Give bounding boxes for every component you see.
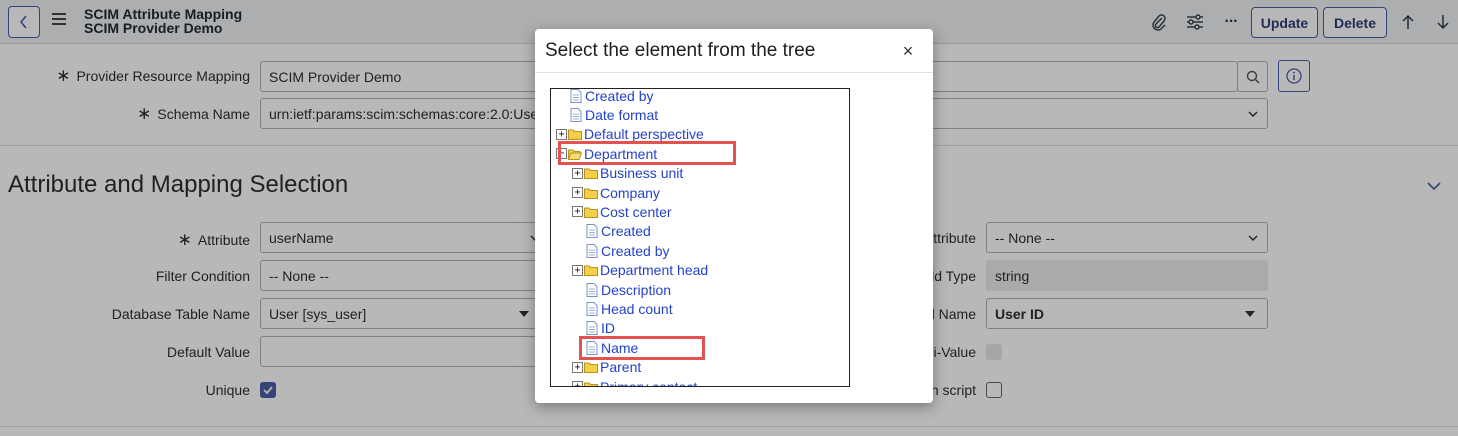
tree-node[interactable]: + Parent: [572, 358, 641, 377]
folder-icon: [568, 127, 582, 141]
folder-icon: [584, 263, 598, 277]
tree-node[interactable]: + Department head: [572, 261, 708, 280]
expand-icon[interactable]: +: [572, 206, 583, 218]
tree-node-label[interactable]: Default perspective: [584, 126, 704, 142]
tree-node[interactable]: + Primary contact: [572, 377, 697, 387]
tree-node-label[interactable]: Parent: [600, 359, 641, 375]
tree-node-label[interactable]: Created by: [601, 243, 669, 259]
tree-node[interactable]: + Business unit: [572, 164, 683, 183]
tree-node[interactable]: Description: [585, 280, 671, 299]
tree-node-label[interactable]: Department head: [600, 262, 708, 278]
tree-node-label[interactable]: ID: [601, 320, 615, 336]
document-icon: [585, 301, 599, 316]
tree-node-label[interactable]: Date format: [585, 107, 658, 123]
tree-node[interactable]: Date format: [569, 105, 658, 124]
tree-node-label[interactable]: Head count: [601, 301, 673, 317]
document-icon: [585, 282, 599, 297]
tree-node[interactable]: ID: [585, 319, 615, 338]
document-icon: [569, 107, 583, 122]
expand-icon[interactable]: +: [556, 128, 567, 140]
highlight-box: [579, 336, 705, 360]
tree-node[interactable]: Created by: [585, 241, 669, 260]
tree-node-label[interactable]: Created: [601, 223, 651, 239]
tree-node[interactable]: Head count: [585, 299, 673, 318]
tree-node-label[interactable]: Business unit: [600, 165, 683, 181]
expand-icon[interactable]: +: [572, 167, 583, 179]
tree-node[interactable]: + Company: [572, 183, 660, 202]
tree-node-label[interactable]: Created by: [585, 89, 653, 104]
element-tree[interactable]: Created by Date format + Default perspectiv…: [550, 88, 850, 387]
folder-icon: [584, 166, 598, 180]
folder-icon: [584, 186, 598, 200]
expand-icon[interactable]: +: [572, 361, 583, 373]
dialog-title: Select the element from the tree: [545, 40, 816, 61]
tree-node-label[interactable]: Primary contact: [600, 379, 697, 387]
folder-icon: [584, 205, 598, 219]
document-icon: [569, 89, 583, 103]
dialog-header-divider: [535, 72, 933, 73]
document-icon: [585, 243, 599, 258]
tree-node-label[interactable]: Cost center: [600, 204, 672, 220]
folder-icon: [584, 380, 598, 386]
tree-node[interactable]: Created: [585, 222, 651, 241]
close-icon[interactable]: ×: [899, 41, 917, 61]
folder-icon: [584, 360, 598, 374]
highlight-box: [558, 141, 736, 165]
document-icon: [585, 321, 599, 336]
tree-node[interactable]: + Cost center: [572, 202, 672, 221]
tree-picker-dialog: Select the element from the tree × Creat…: [535, 29, 933, 403]
tree-node[interactable]: Created by: [569, 89, 653, 105]
tree-node-label[interactable]: Description: [601, 282, 671, 298]
document-icon: [585, 224, 599, 239]
expand-icon[interactable]: +: [572, 264, 583, 276]
expand-icon[interactable]: +: [572, 187, 583, 198]
expand-icon[interactable]: +: [572, 381, 583, 386]
tree-node-label[interactable]: Company: [600, 185, 660, 201]
